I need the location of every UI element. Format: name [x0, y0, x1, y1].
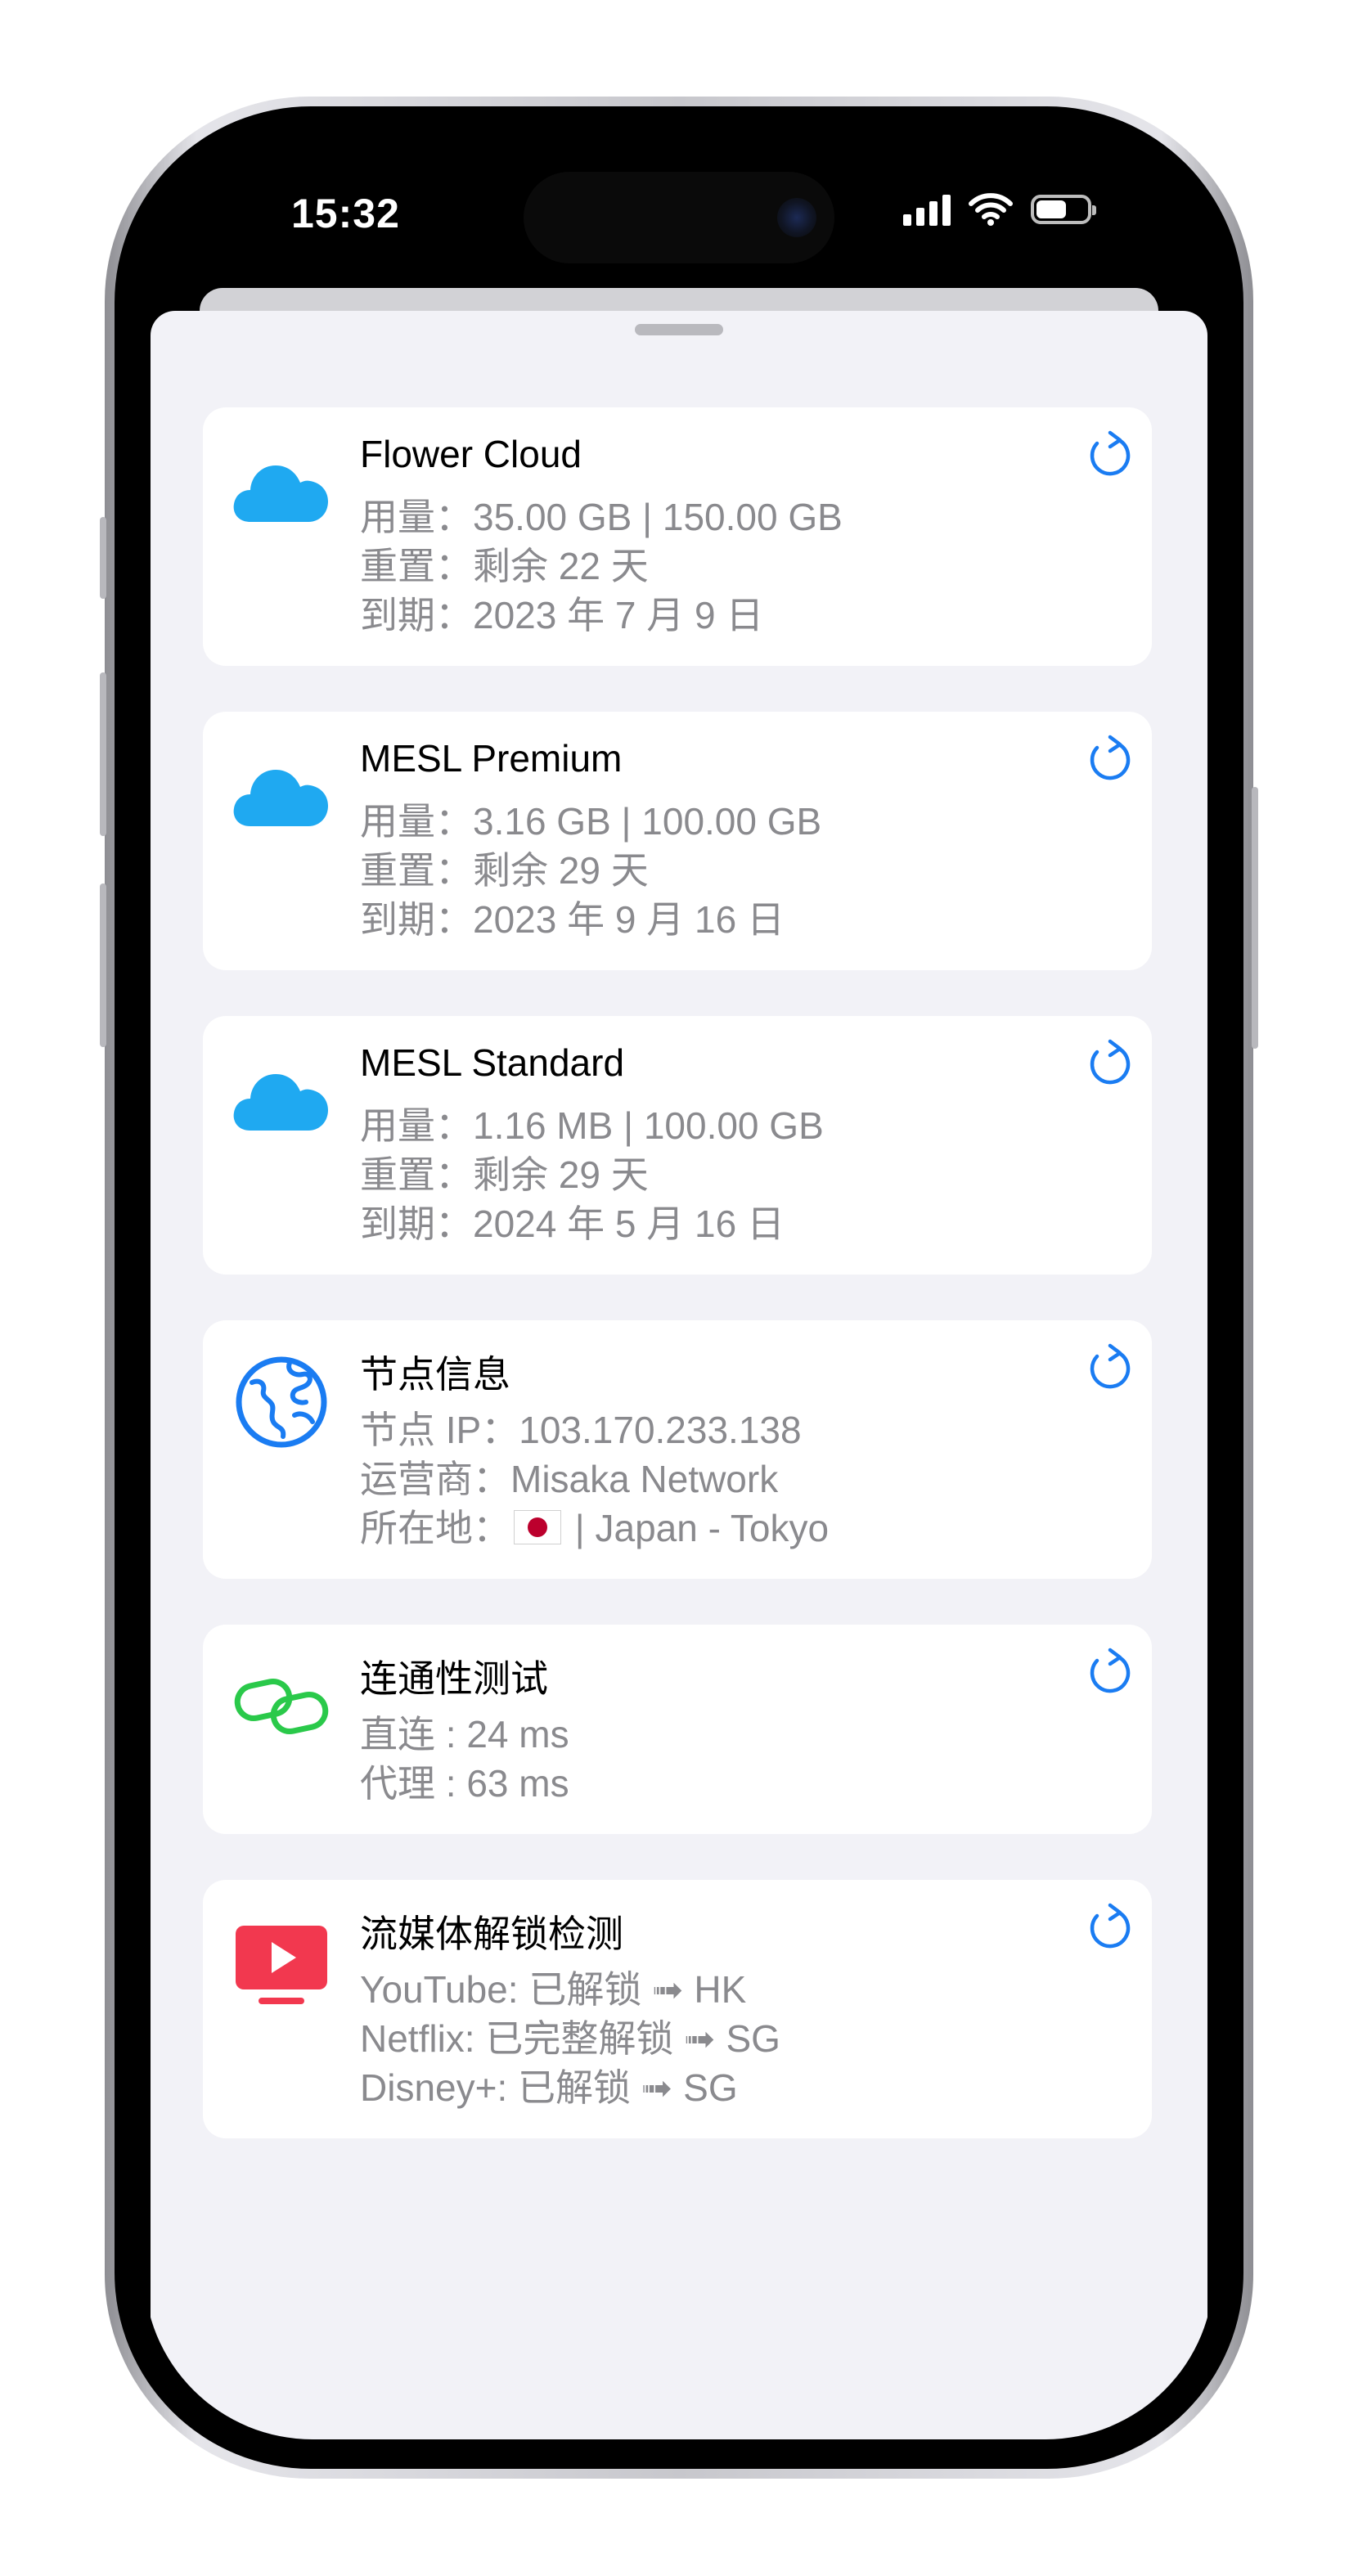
- youtube-status-text: YouTube: 已解锁 ➟ HK: [360, 1968, 747, 2011]
- subscription-card-mesl-standard: MESL Standard 用量：1.16 MB | 100.00 GB 重置：…: [203, 1016, 1152, 1275]
- power-button: [1252, 787, 1258, 1049]
- card-details: YouTube: 已解锁 ➟ HK Netflix: 已完整解锁 ➟ SG Di…: [360, 1965, 780, 2112]
- card-title: 流媒体解锁检测: [360, 1913, 623, 1955]
- card-details: 用量：1.16 MB | 100.00 GB 重置：剩余 29 天 到期：202…: [360, 1101, 824, 1248]
- node-ip-text: 节点 IP：103.170.233.138: [360, 1409, 802, 1451]
- tv-play-icon: [236, 1926, 327, 2004]
- refresh-icon[interactable]: [1083, 1646, 1135, 1698]
- card-title: Flower Cloud: [360, 433, 582, 475]
- card-details: 用量：35.00 GB | 150.00 GB 重置：剩余 22 天 到期：20…: [360, 492, 843, 640]
- node-info-card: 节点信息 节点 IP：103.170.233.138 运营商：Misaka Ne…: [203, 1320, 1152, 1579]
- usage-text: 用量：35.00 GB | 150.00 GB: [360, 496, 843, 538]
- sheet-grabber[interactable]: [635, 324, 723, 335]
- cellular-signal-icon: [903, 193, 951, 226]
- cloud-icon: [233, 465, 328, 522]
- reset-text: 重置：剩余 29 天: [360, 1153, 649, 1196]
- card-title: MESL Standard: [360, 1041, 625, 1084]
- subscription-card-flower-cloud: Flower Cloud 用量：35.00 GB | 150.00 GB 重置：…: [203, 407, 1152, 666]
- refresh-icon[interactable]: [1083, 733, 1135, 785]
- expiry-text: 到期：2023 年 9 月 16 日: [360, 898, 785, 941]
- card-details: 直连 : 24 ms 代理 : 63 ms: [360, 1710, 569, 1808]
- action-button: [100, 517, 106, 599]
- card-title: 连通性测试: [360, 1657, 548, 1700]
- isp-text: 运营商：Misaka Network: [360, 1458, 779, 1500]
- direct-latency-text: 直连 : 24 ms: [360, 1713, 569, 1756]
- card-details: 用量：3.16 GB | 100.00 GB 重置：剩余 29 天 到期：202…: [360, 797, 821, 944]
- volume-up-button: [100, 672, 106, 836]
- refresh-icon[interactable]: [1083, 1901, 1135, 1953]
- globe-icon: [236, 1356, 327, 1448]
- modal-sheet: Flower Cloud 用量：35.00 GB | 150.00 GB 重置：…: [151, 311, 1207, 2439]
- refresh-icon[interactable]: [1083, 1037, 1135, 1090]
- link-icon: [234, 1679, 329, 1734]
- card-details: 节点 IP：103.170.233.138 运营商：Misaka Network…: [360, 1405, 829, 1553]
- proxy-latency-text: 代理 : 63 ms: [360, 1762, 569, 1805]
- usage-text: 用量：3.16 GB | 100.00 GB: [360, 800, 822, 843]
- japan-flag-icon: [514, 1510, 561, 1544]
- wifi-icon: [969, 193, 1013, 226]
- reset-text: 重置：剩余 22 天: [360, 545, 649, 587]
- cloud-icon: [233, 1074, 328, 1131]
- cloud-icon: [233, 770, 328, 826]
- card-title: 节点信息: [360, 1353, 510, 1396]
- status-bar: 15:32: [144, 136, 1214, 267]
- refresh-icon[interactable]: [1083, 429, 1135, 481]
- location-label: 所在地：: [360, 1507, 510, 1549]
- front-camera: [777, 198, 816, 237]
- disney-status-text: Disney+: 已解锁 ➟ SG: [360, 2066, 738, 2109]
- status-icons: [903, 193, 1096, 226]
- card-title: MESL Premium: [360, 737, 623, 780]
- status-time: 15:32: [291, 191, 400, 236]
- connectivity-test-card: 连通性测试 直连 : 24 ms 代理 : 63 ms: [203, 1625, 1152, 1834]
- location-value: | Japan - Tokyo: [574, 1507, 830, 1549]
- dynamic-island: [524, 172, 834, 263]
- netflix-status-text: Netflix: 已完整解锁 ➟ SG: [360, 2017, 780, 2060]
- expiry-text: 到期：2024 年 5 月 16 日: [360, 1203, 785, 1245]
- reset-text: 重置：剩余 29 天: [360, 849, 649, 892]
- screen: 15:32 Flower Cloud 用量：35.00 GB | 150.00 …: [144, 136, 1214, 2439]
- streaming-unlock-card: 流媒体解锁检测 YouTube: 已解锁 ➟ HK Netflix: 已完整解锁…: [203, 1880, 1152, 2138]
- location-text: 所在地： | Japan - Tokyo: [360, 1504, 829, 1553]
- refresh-icon[interactable]: [1083, 1342, 1135, 1394]
- subscription-card-mesl-premium: MESL Premium 用量：3.16 GB | 100.00 GB 重置：剩…: [203, 712, 1152, 970]
- volume-down-button: [100, 883, 106, 1047]
- expiry-text: 到期：2023 年 7 月 9 日: [360, 594, 764, 636]
- usage-text: 用量：1.16 MB | 100.00 GB: [360, 1104, 824, 1147]
- battery-icon: [1031, 195, 1096, 224]
